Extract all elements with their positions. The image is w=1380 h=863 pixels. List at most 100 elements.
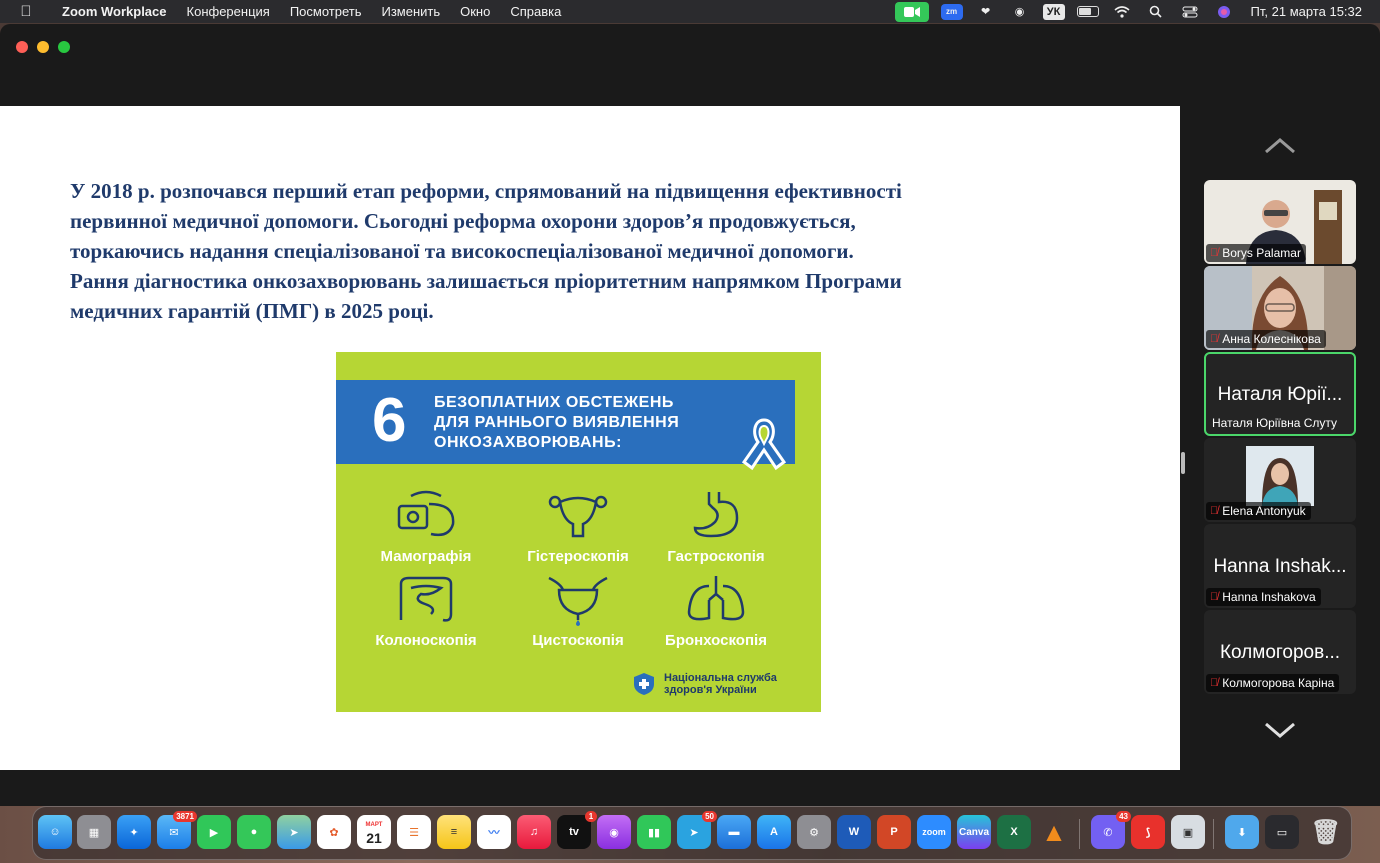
- minimize-window-button[interactable]: [37, 41, 49, 53]
- shared-screen-slide: У 2018 р. розпочався перший етап реформи…: [0, 106, 1180, 770]
- participant-tile[interactable]: Hanna Inshak... 🎙̸ Hanna Inshakova: [1204, 524, 1356, 608]
- participant-name: Анна Колеснікова: [1222, 332, 1321, 346]
- powerpoint-icon[interactable]: P: [877, 815, 911, 849]
- siri-icon[interactable]: [1213, 4, 1235, 20]
- launchpad-icon[interactable]: ▦: [77, 815, 111, 849]
- fullscreen-window-button[interactable]: [58, 41, 70, 53]
- participant-name: Elena Antonyuk: [1222, 504, 1306, 518]
- screenshot-stack-icon[interactable]: ▭: [1265, 815, 1299, 849]
- keynote-icon[interactable]: ▬: [717, 815, 751, 849]
- uterus-icon: [548, 495, 608, 538]
- preview-icon[interactable]: ▣: [1171, 815, 1205, 849]
- freeform-icon[interactable]: 〰: [477, 815, 511, 849]
- close-window-button[interactable]: [16, 41, 28, 53]
- photos-icon[interactable]: ✿: [317, 815, 351, 849]
- control-center-icon[interactable]: [1179, 4, 1201, 20]
- finder-icon[interactable]: ☺: [38, 815, 72, 849]
- excel-icon[interactable]: X: [997, 815, 1031, 849]
- exam-cystoscopy: Цистоскопія: [508, 574, 648, 649]
- vlc-icon[interactable]: ▲: [1037, 815, 1071, 849]
- participant-tile-active-speaker[interactable]: Наталя Юрії... Наталя Юріївна Слуту: [1204, 352, 1356, 436]
- maps-icon[interactable]: ➤: [277, 815, 311, 849]
- participant-big-name: Hanna Inshak...: [1213, 556, 1347, 577]
- podcasts-icon[interactable]: ◉: [597, 815, 631, 849]
- numbers-icon[interactable]: ▮▮: [637, 815, 671, 849]
- facetime-icon[interactable]: ▶: [197, 815, 231, 849]
- macos-dock: ☺ ▦ ✦ ✉ 3871 ▶ ● ➤ ✿ МАРТ 21 ☰ ≡ 〰 ♫ tv 1 ◉…: [32, 806, 1352, 860]
- panel-resize-handle[interactable]: [1181, 452, 1185, 474]
- exam-hysteroscopy: Гістероскопія: [508, 490, 648, 565]
- infographic-heading: БЕЗОПЛАТНИХ ОБСТЕЖЕНЬ ДЛЯ РАННЬОГО ВИЯВЛ…: [434, 393, 679, 453]
- menu-window[interactable]: Окно: [450, 4, 500, 19]
- wifi-icon[interactable]: [1111, 4, 1133, 20]
- menu-conference[interactable]: Конференция: [177, 4, 280, 19]
- reminders-icon[interactable]: ☰: [397, 815, 431, 849]
- dock-separator: [1213, 819, 1214, 849]
- zoom-camera-status-icon[interactable]: [894, 1, 929, 22]
- exam-label: Бронхоскопія: [665, 632, 767, 649]
- nszu-name-line: здоров'я України: [664, 684, 757, 696]
- participant-name-label: 🎙̸ Колмогорова Каріна: [1206, 674, 1340, 692]
- downloads-folder-icon[interactable]: ⬇: [1225, 815, 1259, 849]
- telegram-icon[interactable]: ➤ 50: [677, 811, 717, 849]
- colon-icon: [399, 576, 453, 622]
- keyboard-layout-indicator[interactable]: УК: [1042, 3, 1065, 20]
- messages-icon[interactable]: ●: [237, 815, 271, 849]
- trash-icon[interactable]: 🗑: [1309, 815, 1343, 849]
- mammography-icon: [397, 490, 455, 537]
- slide-paragraph-line: медичних гарантій (ПМГ) в 2025 році.: [70, 299, 434, 323]
- infographic-heading-line: ДЛЯ РАННЬОГО ВИЯВЛЕННЯ: [434, 414, 680, 431]
- menu-view[interactable]: Посмотреть: [280, 4, 372, 19]
- telegram-badge: 50: [702, 811, 717, 822]
- exam-label: Мамографія: [380, 548, 472, 565]
- participant-tile[interactable]: Колмогоров... 🎙̸ Колмогорова Каріна: [1204, 610, 1356, 694]
- slide-paragraph: У 2018 р. розпочався перший етап реформи…: [70, 176, 1060, 326]
- zoom-app-icon[interactable]: zoom: [917, 815, 951, 849]
- exam-label: Гастроскопія: [667, 548, 765, 565]
- exam-colonoscopy: Колоноскопія: [356, 574, 496, 649]
- nszu-name: Національна служба здоров'я України: [664, 672, 777, 696]
- awareness-ribbon-icon: [741, 418, 787, 471]
- word-icon[interactable]: W: [837, 815, 871, 849]
- music-icon[interactable]: ♫: [517, 815, 551, 849]
- battery-icon[interactable]: [1076, 4, 1099, 20]
- menu-help[interactable]: Справка: [500, 4, 571, 19]
- participant-tile[interactable]: 🎙̸ Borys Palamar: [1204, 180, 1356, 264]
- participant-name-label: 🎙̸ Borys Palamar: [1206, 244, 1306, 262]
- calendar-icon[interactable]: МАРТ 21: [357, 815, 391, 849]
- mail-icon[interactable]: ✉ 3871: [157, 811, 197, 849]
- sync-status-icon[interactable]: ◉: [1009, 4, 1031, 20]
- mic-muted-icon: 🎙̸: [1210, 505, 1219, 517]
- participant-name-label: Наталя Юріївна Слуту: [1208, 414, 1342, 432]
- system-settings-icon[interactable]: ⚙: [797, 815, 831, 849]
- apple-icon[interactable]: : [0, 3, 52, 20]
- exam-label: Гістероскопія: [527, 548, 629, 565]
- menubar-clock[interactable]: Пт, 21 марта 15:32: [1241, 4, 1380, 19]
- exam-gastroscopy: Гастроскопія: [646, 490, 786, 565]
- heart-status-icon[interactable]: ❤: [975, 4, 997, 20]
- viber-icon[interactable]: ✆ 43: [1091, 811, 1131, 849]
- viber-badge: 43: [1116, 811, 1131, 822]
- mail-badge: 3871: [173, 811, 197, 822]
- mic-muted-icon: 🎙̸: [1210, 247, 1219, 259]
- adobe-acrobat-icon[interactable]: ⟆: [1131, 815, 1165, 849]
- participant-tile[interactable]: 🎙̸ Elena Antonyuk: [1204, 438, 1356, 522]
- menu-app-name[interactable]: Zoom Workplace: [52, 4, 177, 19]
- chevron-up-icon[interactable]: [1264, 136, 1296, 156]
- safari-icon[interactable]: ✦: [117, 815, 151, 849]
- infographic-heading-line: БЕЗОПЛАТНИХ ОБСТЕЖЕНЬ: [434, 394, 674, 411]
- menu-edit[interactable]: Изменить: [371, 4, 450, 19]
- chevron-down-icon[interactable]: [1264, 720, 1296, 740]
- canva-icon[interactable]: Canva: [957, 815, 991, 849]
- infographic-banner: 6 БЕЗОПЛАТНИХ ОБСТЕЖЕНЬ ДЛЯ РАННЬОГО ВИЯ…: [336, 380, 795, 464]
- zoom-menubar-icon[interactable]: zm: [940, 3, 963, 20]
- app-store-icon[interactable]: A: [757, 815, 791, 849]
- mic-muted-icon: 🎙̸: [1210, 333, 1219, 345]
- participant-name: Borys Palamar: [1222, 246, 1301, 260]
- apple-tv-icon[interactable]: tv 1: [557, 811, 597, 849]
- participant-name-label: 🎙̸ Elena Antonyuk: [1206, 502, 1311, 520]
- notes-icon[interactable]: ≡: [437, 815, 471, 849]
- nszu-name-line: Національна служба: [664, 672, 777, 684]
- search-icon[interactable]: [1145, 4, 1167, 20]
- participant-tile[interactable]: 🎙̸ Анна Колеснікова: [1204, 266, 1356, 350]
